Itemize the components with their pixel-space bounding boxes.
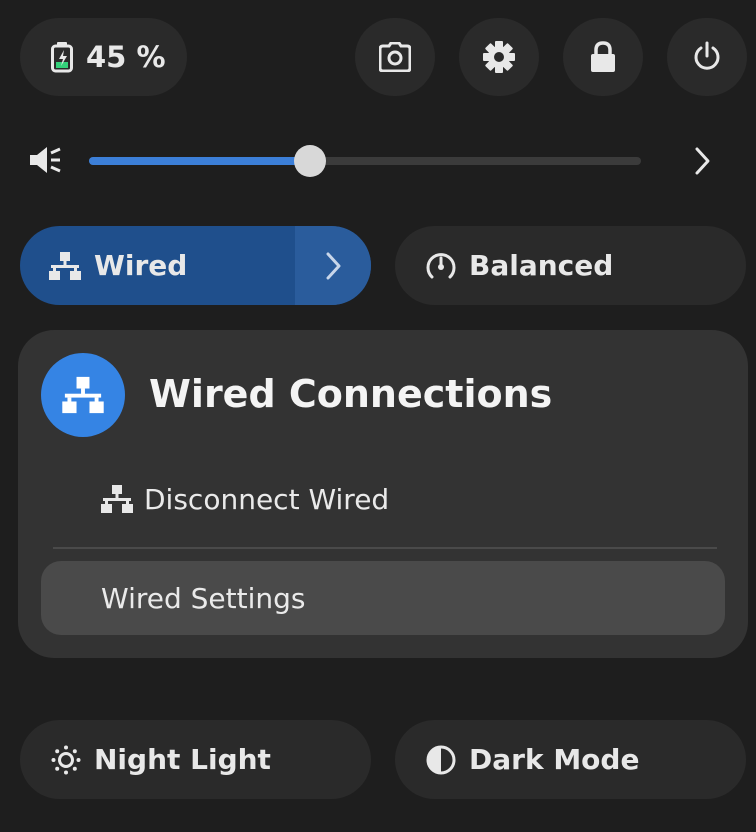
screenshot-button[interactable] [355, 18, 435, 96]
lock-icon [590, 41, 616, 73]
network-wired-icon [100, 484, 134, 514]
wired-toggle-label: Wired [94, 249, 188, 282]
gear-icon [482, 40, 516, 74]
power-button[interactable] [667, 18, 747, 96]
wired-settings-item[interactable]: Wired Settings [41, 561, 725, 635]
sun-icon [50, 744, 82, 776]
camera-icon [379, 42, 411, 72]
contrast-icon [425, 744, 457, 776]
dark-mode-label: Dark Mode [469, 743, 640, 776]
settings-button[interactable] [459, 18, 539, 96]
chevron-right-icon [323, 250, 343, 282]
volume-slider[interactable] [89, 145, 641, 177]
disconnect-wired-label: Disconnect Wired [144, 482, 390, 516]
battery-percentage: 45 % [86, 40, 166, 74]
wired-menu-expand-button[interactable] [295, 226, 371, 305]
network-wired-icon [48, 251, 82, 281]
battery-charging-icon [50, 41, 74, 73]
dark-mode-toggle[interactable]: Dark Mode [395, 720, 746, 799]
wired-toggle: Wired [20, 226, 371, 305]
speaker-muted-icon[interactable] [28, 144, 62, 176]
battery-indicator[interactable]: 45 % [20, 18, 187, 96]
night-light-toggle[interactable]: Night Light [20, 720, 371, 799]
quick-settings-panel: 45 % Wired Balanced Wired Connections Di… [0, 0, 756, 832]
wired-connections-menu: Wired Connections Disconnect Wired Wired… [18, 330, 748, 658]
menu-divider [53, 547, 717, 549]
volume-row [0, 128, 756, 194]
network-wired-icon [41, 353, 125, 437]
lock-button[interactable] [563, 18, 643, 96]
chevron-right-icon[interactable] [692, 145, 712, 177]
volume-slider-handle[interactable] [293, 145, 326, 177]
night-light-label: Night Light [94, 743, 271, 776]
power-mode-toggle[interactable]: Balanced [395, 226, 746, 305]
disconnect-wired-item[interactable]: Disconnect Wired [100, 475, 389, 523]
speedometer-icon [425, 250, 457, 282]
menu-title: Wired Connections [149, 372, 553, 416]
power-icon [692, 41, 722, 73]
wired-settings-label: Wired Settings [101, 581, 306, 615]
power-mode-label: Balanced [469, 249, 614, 282]
wired-toggle-button[interactable]: Wired [20, 226, 295, 305]
volume-slider-fill [89, 157, 310, 165]
